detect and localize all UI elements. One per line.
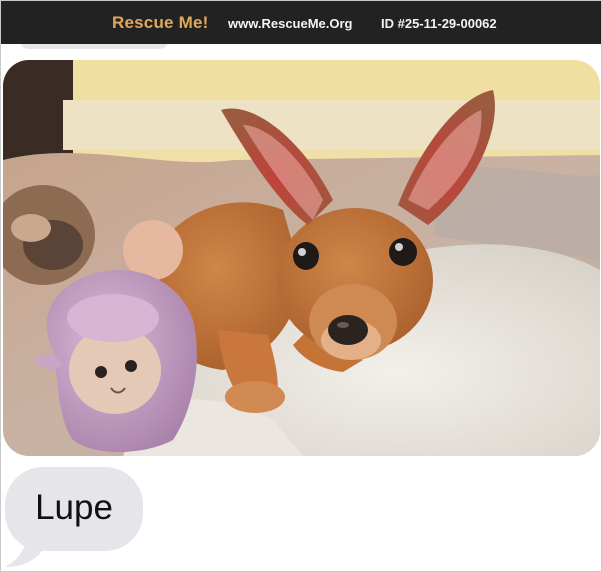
top-bar: Rescue Me! www.RescueMe.Org ID #25-11-29… (1, 1, 601, 44)
listing-id: ID #25-11-29-00062 (381, 16, 497, 31)
app-frame: Rescue Me! www.RescueMe.Org ID #25-11-29… (0, 0, 602, 572)
site-link[interactable]: www.RescueMe.Org (228, 16, 353, 31)
puppy-image (3, 60, 600, 456)
pet-photo[interactable] (3, 60, 600, 456)
pet-name: Lupe (35, 488, 113, 527)
bubble-tail-icon (5, 525, 43, 567)
brand-logo[interactable]: Rescue Me! (112, 13, 208, 33)
